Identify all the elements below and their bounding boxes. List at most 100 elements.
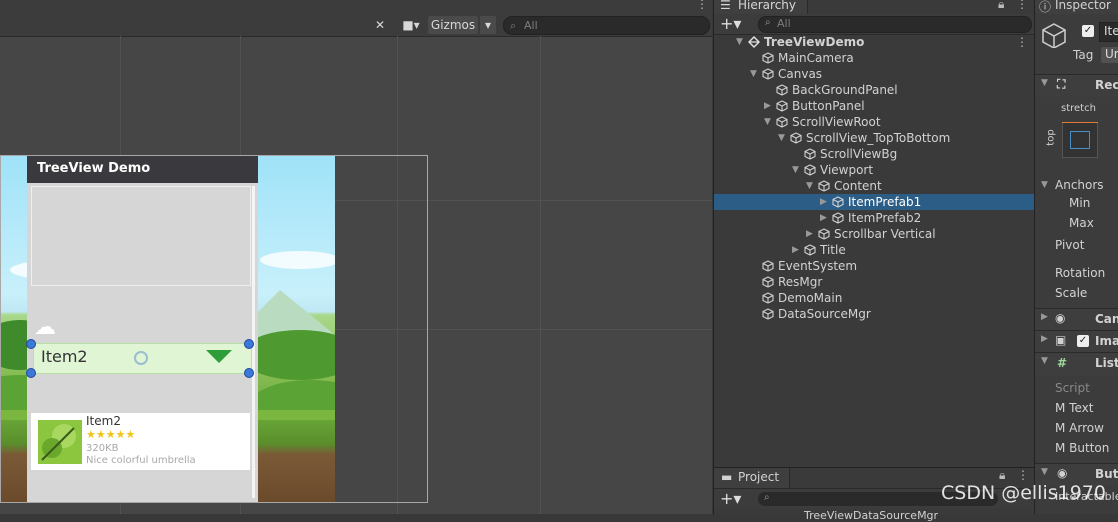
more-icon[interactable]: ⋮ [696,0,708,11]
top-label: top [1045,129,1057,146]
name-input[interactable]: Ite [1099,22,1118,42]
gameobject-icon [762,68,774,80]
hierarchy-item[interactable]: ▶ ItemPrefab2 [714,210,1034,226]
tag-dropdown[interactable]: Ur [1101,47,1118,63]
hierarchy-item[interactable]: DemoMain [714,290,1034,306]
collapse-arrow-icon[interactable]: ▼ [736,34,743,50]
hierarchy-item-label: Scrollbar Vertical [834,227,936,241]
search-placeholder: All [777,17,791,30]
resize-handle[interactable] [244,339,254,349]
hierarchy-item-label: Canvas [778,67,823,81]
hierarchy-item-label: BackGroundPanel [792,83,898,97]
expand-arrow-icon[interactable]: ▶ [820,194,827,210]
list-component-title: List [1095,356,1118,370]
hierarchy-item[interactable]: ResMgr [714,274,1034,290]
item-card-size: 320KB [86,443,119,454]
hierarchy-item[interactable]: ▼ Content [714,178,1034,194]
tools-icon[interactable]: ✕ [370,16,390,34]
rect-transform-icon: ⛶ [1057,77,1066,91]
resize-handle[interactable] [26,339,36,349]
image-component-header[interactable]: ▶ ▣ ✓ Imag [1035,330,1118,353]
active-checkbox[interactable]: ✓ [1082,25,1094,37]
hierarchy-item[interactable]: MainCamera [714,50,1034,66]
expand-arrow-icon[interactable]: ▶ [806,226,813,242]
gizmos-dropdown-icon[interactable]: ▾ [480,16,496,34]
hierarchy-item[interactable]: BackGroundPanel [714,82,1034,98]
image-enabled-checkbox[interactable]: ✓ [1077,335,1089,347]
hierarchy-item[interactable]: EventSystem [714,258,1034,274]
m-text-label: M Text [1055,401,1094,415]
canvas-renderer-header[interactable]: ▶ ◉ Can [1035,308,1118,331]
item-card[interactable]: Item2 ★★★★★ 320KB Nice colorful umbrella [31,413,250,470]
collapse-arrow-icon[interactable]: ▼ [778,130,785,146]
collapse-icon: ▼ [1041,356,1048,366]
scene-view[interactable]: ⋮ ✕ ■▾ Gizmos ▾ ⌕ All TreeView Demo ☁ It… [0,0,712,514]
gameobject-icon [762,308,774,320]
more-icon[interactable]: ⋮ [1016,34,1028,50]
hierarchy-item[interactable]: ▶ ItemPrefab1 [714,194,1034,210]
lock-icon[interactable]: 🔒︎ [998,0,1004,12]
hierarchy-item[interactable]: ScrollViewBg [714,146,1034,162]
item-prefab-bar[interactable]: Item2 [33,343,252,374]
tab-inspector-label: Inspector [1055,0,1111,12]
watermark-text: CSDN @ellis1970 [941,482,1106,504]
tab-project[interactable]: ▬ Project [714,468,790,488]
expand-arrow-icon[interactable] [206,350,232,364]
expand-arrow-icon[interactable]: ▶ [820,210,827,226]
add-icon[interactable]: +▾ [720,489,741,508]
collapse-arrow-icon[interactable]: ▼ [764,114,771,130]
lock-icon[interactable]: 🔒︎ [999,468,1005,483]
inspector-panel: ⓘ Inspector ✓ Ite Tag Ur ▼ ⛶ Rec stretch… [1034,0,1118,514]
anchor-preset-icon [1070,131,1090,149]
hierarchy-item[interactable]: ▶ ButtonPanel [714,98,1034,114]
hierarchy-item[interactable]: ▼ ScrollView_TopToBottom [714,130,1034,146]
image-icon: ▣ [1055,333,1067,347]
anchor-presets-button[interactable] [1062,122,1098,158]
tab-inspector[interactable]: ⓘ Inspector [1035,0,1118,14]
pivot-label: Pivot [1055,238,1085,252]
hierarchy-item[interactable]: ▼ TreeViewDemo ⋮ [714,34,1034,50]
collapse-arrow-icon[interactable]: ▼ [750,66,757,82]
resize-handle[interactable] [244,368,254,378]
more-icon[interactable]: ⋮ [1017,468,1029,482]
more-icon[interactable]: ⋮ [1016,0,1028,11]
gameobject-icon [832,196,844,208]
camera-dropdown-icon[interactable]: ■▾ [396,16,426,34]
hierarchy-item[interactable]: ▼ Canvas [714,66,1034,82]
add-icon[interactable]: +▾ [720,14,741,33]
hierarchy-item-label: Title [820,243,846,257]
expand-arrow-icon[interactable]: ▶ [764,98,771,114]
collapse-arrow-icon[interactable]: ▼ [792,162,799,178]
resize-handle[interactable] [26,368,36,378]
expand-icon: ▶ [1041,312,1048,322]
expand-arrow-icon[interactable]: ▶ [792,242,799,258]
project-item[interactable]: TreeViewDataSourceMgr [804,509,938,522]
hierarchy-search-input[interactable]: ⌕ All [758,16,1032,33]
item-thumbnail-icon [38,420,82,464]
list-component-header[interactable]: ▼ # List [1035,352,1118,375]
collapse-icon: ▼ [1041,180,1048,190]
hierarchy-item[interactable]: ▼ ScrollViewRoot [714,114,1034,130]
gizmos-search-input[interactable]: ⌕ All [503,16,710,35]
rect-transform-header[interactable]: ▼ ⛶ Rec [1035,74,1118,97]
hierarchy-item[interactable]: ▶ Scrollbar Vertical [714,226,1034,242]
tab-hierarchy[interactable]: ☰ Hierarchy [714,0,808,14]
gameobject-icon [762,292,774,304]
image-component-title: Imag [1095,334,1118,348]
gizmos-button[interactable]: Gizmos [428,16,478,34]
hierarchy-item[interactable]: ▶ Title [714,242,1034,258]
scene-topbar: ⋮ [0,0,712,14]
gameobject-icon [776,84,788,96]
hierarchy-item-label: DemoMain [778,291,843,305]
collapse-arrow-icon[interactable]: ▼ [806,178,813,194]
item-card-name: Item2 [86,414,121,428]
gameobject-icon [776,116,788,128]
hierarchy-item[interactable]: ▼ Viewport [714,162,1034,178]
hierarchy-item-label: ResMgr [778,275,823,289]
gameobject-icon [804,244,816,256]
hierarchy-item-label: ScrollViewRoot [792,115,881,129]
button-component-title: Butt [1095,467,1118,481]
hierarchy-item[interactable]: DataSourceMgr [714,306,1034,322]
gameobject-icon [818,180,830,192]
gameobject-icon [804,164,816,176]
